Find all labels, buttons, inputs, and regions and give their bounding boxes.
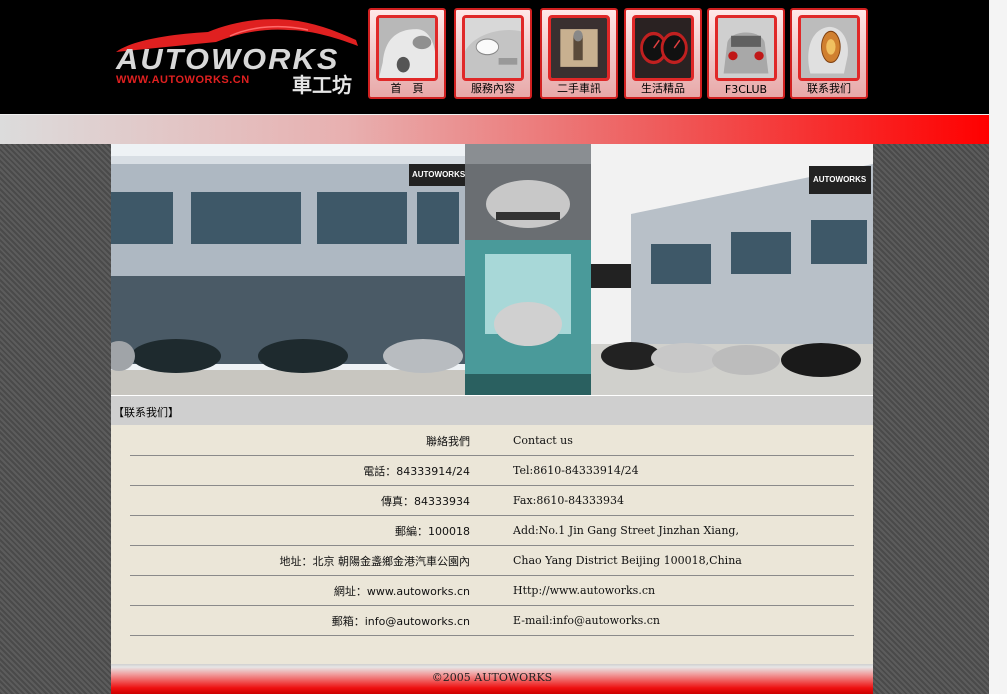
section-title: 【联系我们】 [113,406,179,419]
hero-photo-collage: AUTOWORKS AUTOWORKS [111,144,873,395]
site-logo[interactable]: AUTOWORKS WWW.AUTOWORKS.CN 車工坊 [112,14,362,100]
logo-url: WWW.AUTOWORKS.CN [116,74,250,86]
logo-cn-name: 車工坊 [292,73,352,97]
nav-item-home[interactable]: 首 頁 [368,8,446,99]
contact-row-en: Contact us [513,434,573,447]
section-title-bar: 【联系我们】 [111,395,873,426]
gauges-icon [632,15,694,81]
nav-item-lifestyle[interactable]: 生活精品 [624,8,702,99]
contact-row: 傳真：84333934 Fax:8610-84333934 [130,485,854,516]
nav-label: 首 頁 [390,82,424,95]
contact-row-cn[interactable]: 郵箱：info@autoworks.cn [332,613,470,629]
contact-row-en: Add:No.1 Jin Gang Street Jinzhan Xiang, [513,524,739,537]
contact-row-en: Chao Yang District Beijing 100018,China [513,554,742,567]
nav-label: F3CLUB [724,83,768,96]
contact-row: 聯絡我們 Contact us [130,425,854,456]
contact-row: 地址：北京 朝陽金盞鄉金港汽車公園內 Chao Yang District Be… [130,545,854,576]
car-front-icon [376,15,438,81]
storefront-sign-right: AUTOWORKS [813,175,867,184]
contact-row: 網址：www.autoworks.cn Http://www.autoworks… [130,575,854,606]
contact-row-cn: 電話：84333914/24 [363,465,470,478]
header-bar: AUTOWORKS WWW.AUTOWORKS.CN 車工坊 首 頁 服務內容 [0,0,989,114]
contact-row: 郵編：100018 Add:No.1 Jin Gang Street Jinzh… [130,515,854,546]
main-content: AUTOWORKS AUTOWORKS 【联系我们】 聯絡我們 Contact … [111,144,873,694]
contact-row: 電話：84333914/24 Tel:8610-84333914/24 [130,455,854,486]
contact-row-cn: 聯絡我們 [426,435,470,448]
contact-row-cn[interactable]: 網址：www.autoworks.cn [334,583,470,599]
contact-row-en: Fax:8610-84333934 [513,494,625,507]
nav-item-services[interactable]: 服務內容 [454,8,532,99]
nav-label: 生活精品 [641,82,685,95]
nav-label: 服務內容 [471,82,515,95]
storefront-sign-left: AUTOWORKS [412,170,466,179]
contact-row-cn: 地址：北京 朝陽金盞鄉金港汽車公園內 [279,555,471,568]
nav-label: 二手車訊 [557,82,601,95]
showroom-photos: AUTOWORKS AUTOWORKS [111,144,873,395]
gear-shift-icon [548,15,610,81]
nav-item-used-cars[interactable]: 二手車訊 [540,8,618,99]
copyright-text: ©2005 AUTOWORKS [431,671,553,684]
contact-row-en[interactable]: Http://www.autoworks.cn [513,584,655,597]
nav-item-contact[interactable]: 联系我们 [790,8,868,99]
contact-row-cn: 傳真：84333934 [381,495,470,508]
scrollbar-track[interactable] [989,0,1007,694]
footer-bar: ©2005 AUTOWORKS [111,664,873,694]
contact-row-en: Tel:8610-84333914/24 [513,464,639,477]
headlight-icon [462,15,524,81]
taillight-icon [798,15,860,81]
contact-row-en[interactable]: E-mail:info@autoworks.cn [513,614,660,627]
contact-row: 郵箱：info@autoworks.cn E-mail:info@autowor… [130,605,854,636]
header-gradient-stripe [0,114,989,144]
nav-item-f3club[interactable]: F3CLUB [707,8,785,99]
contact-row-cn: 郵編：100018 [395,525,470,538]
nav-label: 联系我们 [807,82,851,95]
contact-info-panel: 聯絡我們 Contact us 電話：84333914/24 Tel:8610-… [111,425,873,664]
car-rear-icon [715,15,777,81]
